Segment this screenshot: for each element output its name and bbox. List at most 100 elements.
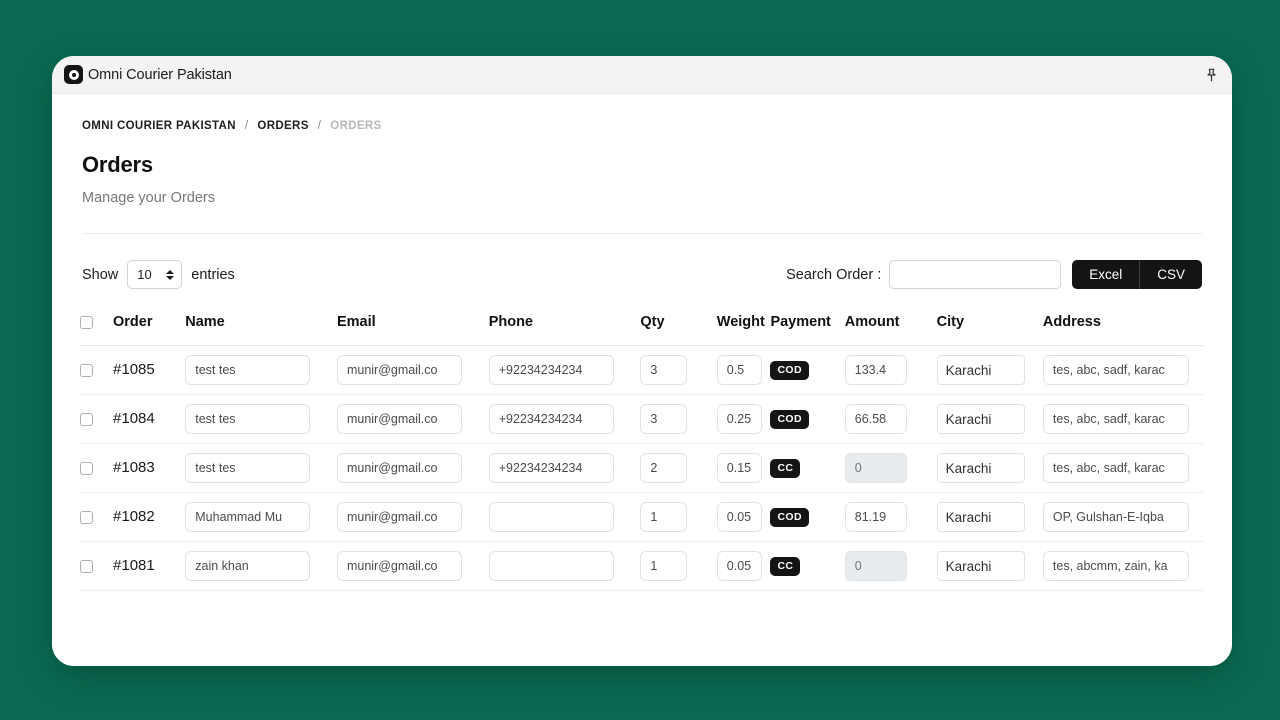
column-header-city[interactable]: City — [936, 303, 1043, 346]
address-input[interactable] — [1042, 404, 1189, 434]
column-header-address[interactable]: Address — [1042, 303, 1204, 346]
payment-badge: COD — [770, 508, 809, 527]
payment-cell: COD — [770, 394, 845, 444]
amount-input[interactable] — [844, 502, 907, 532]
city-cell: KarachiLahoreIslamabadRawalpindi — [936, 492, 1043, 542]
export-button-group: Excel CSV — [1072, 260, 1202, 289]
weight-cell — [716, 394, 771, 444]
name-input[interactable] — [185, 355, 311, 385]
name-cell — [185, 492, 337, 542]
qty-input[interactable] — [640, 404, 688, 434]
column-header-phone[interactable]: Phone — [488, 303, 641, 346]
phone-cell — [488, 345, 641, 395]
phone-input[interactable] — [488, 502, 614, 532]
select-all-header — [80, 303, 114, 346]
address-input[interactable] — [1042, 453, 1189, 483]
page-subtitle: Manage your Orders — [82, 190, 215, 206]
amount-input[interactable] — [844, 404, 907, 434]
city-select[interactable]: KarachiLahoreIslamabadRawalpindi — [936, 551, 1025, 581]
row-checkbox[interactable] — [80, 412, 93, 426]
amount-input[interactable] — [844, 355, 907, 385]
search-input[interactable] — [889, 260, 1062, 289]
amount-input[interactable] — [844, 551, 907, 581]
weight-cell — [716, 443, 771, 493]
city-select[interactable]: KarachiLahoreIslamabadRawalpindi — [936, 355, 1025, 385]
weight-input[interactable] — [716, 355, 762, 385]
export-excel-button[interactable]: Excel — [1072, 260, 1140, 289]
column-header-email[interactable]: Email — [336, 303, 489, 346]
order-id: #1083 — [113, 459, 155, 476]
qty-input[interactable] — [640, 551, 688, 581]
payment-badge: COD — [770, 410, 809, 429]
row-select-cell — [80, 443, 114, 493]
name-input[interactable] — [185, 551, 311, 581]
row-checkbox[interactable] — [80, 559, 93, 573]
email-input[interactable] — [336, 453, 462, 483]
name-input[interactable] — [185, 502, 311, 532]
name-cell — [185, 443, 337, 493]
name-input[interactable] — [185, 453, 311, 483]
export-csv-button[interactable]: CSV — [1139, 260, 1202, 289]
email-input[interactable] — [336, 355, 462, 385]
address-input[interactable] — [1042, 551, 1189, 581]
name-cell — [185, 345, 337, 395]
address-cell — [1042, 345, 1204, 395]
address-cell — [1042, 541, 1204, 591]
weight-input[interactable] — [716, 551, 762, 581]
phone-input[interactable] — [488, 355, 614, 385]
phone-input[interactable] — [488, 453, 614, 483]
breadcrumb-item-root[interactable]: OMNI COURIER PAKISTAN — [82, 120, 236, 132]
email-cell — [336, 394, 489, 444]
column-header-amount[interactable]: Amount — [844, 303, 937, 346]
city-cell: KarachiLahoreIslamabadRawalpindi — [936, 345, 1043, 395]
email-cell — [336, 541, 489, 591]
qty-input[interactable] — [640, 502, 688, 532]
weight-cell — [716, 492, 771, 542]
column-header-weight[interactable]: Weight — [716, 303, 771, 346]
city-select[interactable]: KarachiLahoreIslamabadRawalpindi — [936, 404, 1025, 434]
table-row: #1082 COD KarachiLahoreIslamabadRawalpin… — [80, 492, 1204, 542]
breadcrumb-item-orders[interactable]: ORDERS — [257, 120, 308, 132]
entries-control: Show 102550100 entries — [82, 260, 235, 289]
row-select-cell — [80, 492, 114, 542]
address-input[interactable] — [1042, 502, 1189, 532]
row-checkbox[interactable] — [80, 461, 93, 475]
amount-cell — [844, 394, 937, 444]
phone-input[interactable] — [488, 551, 614, 581]
column-header-payment[interactable]: Payment — [770, 303, 845, 346]
qty-input[interactable] — [640, 453, 688, 483]
column-header-name[interactable]: Name — [185, 303, 337, 346]
email-input[interactable] — [336, 404, 462, 434]
table-toolbar: Show 102550100 entries Search Order : Ex… — [80, 260, 1204, 289]
row-checkbox[interactable] — [80, 363, 93, 377]
order-id-cell: #1083 — [113, 443, 186, 493]
city-select[interactable]: KarachiLahoreIslamabadRawalpindi — [936, 502, 1025, 532]
row-checkbox[interactable] — [80, 510, 93, 524]
address-input[interactable] — [1042, 355, 1189, 385]
city-cell: KarachiLahoreIslamabadRawalpindi — [936, 394, 1043, 444]
entries-select[interactable]: 102550100 — [127, 260, 183, 289]
search-label: Search Order : — [786, 266, 882, 283]
email-input[interactable] — [336, 502, 462, 532]
qty-input[interactable] — [640, 355, 688, 385]
name-cell — [185, 541, 337, 591]
table-header-row: Order Name Email Phone Qty Weight Paymen… — [80, 303, 1204, 346]
payment-badge: CC — [770, 459, 801, 478]
qty-cell — [640, 443, 717, 493]
column-header-order[interactable]: Order — [113, 303, 186, 346]
name-input[interactable] — [185, 404, 311, 434]
column-header-qty[interactable]: Qty — [640, 303, 717, 346]
weight-input[interactable] — [716, 404, 762, 434]
city-select[interactable]: KarachiLahoreIslamabadRawalpindi — [936, 453, 1025, 483]
phone-input[interactable] — [488, 404, 614, 434]
qty-cell — [640, 345, 717, 395]
weight-input[interactable] — [716, 502, 762, 532]
select-all-checkbox[interactable] — [80, 315, 93, 329]
table-row: #1085 COD KarachiLahoreIslamabadRawalpin… — [80, 345, 1204, 395]
page-content: OMNI COURIER PAKISTAN / ORDERS / ORDERS … — [52, 94, 1232, 666]
weight-input[interactable] — [716, 453, 762, 483]
email-cell — [336, 492, 489, 542]
email-input[interactable] — [336, 551, 462, 581]
amount-input[interactable] — [844, 453, 907, 483]
pushpin-icon[interactable] — [1203, 66, 1220, 83]
